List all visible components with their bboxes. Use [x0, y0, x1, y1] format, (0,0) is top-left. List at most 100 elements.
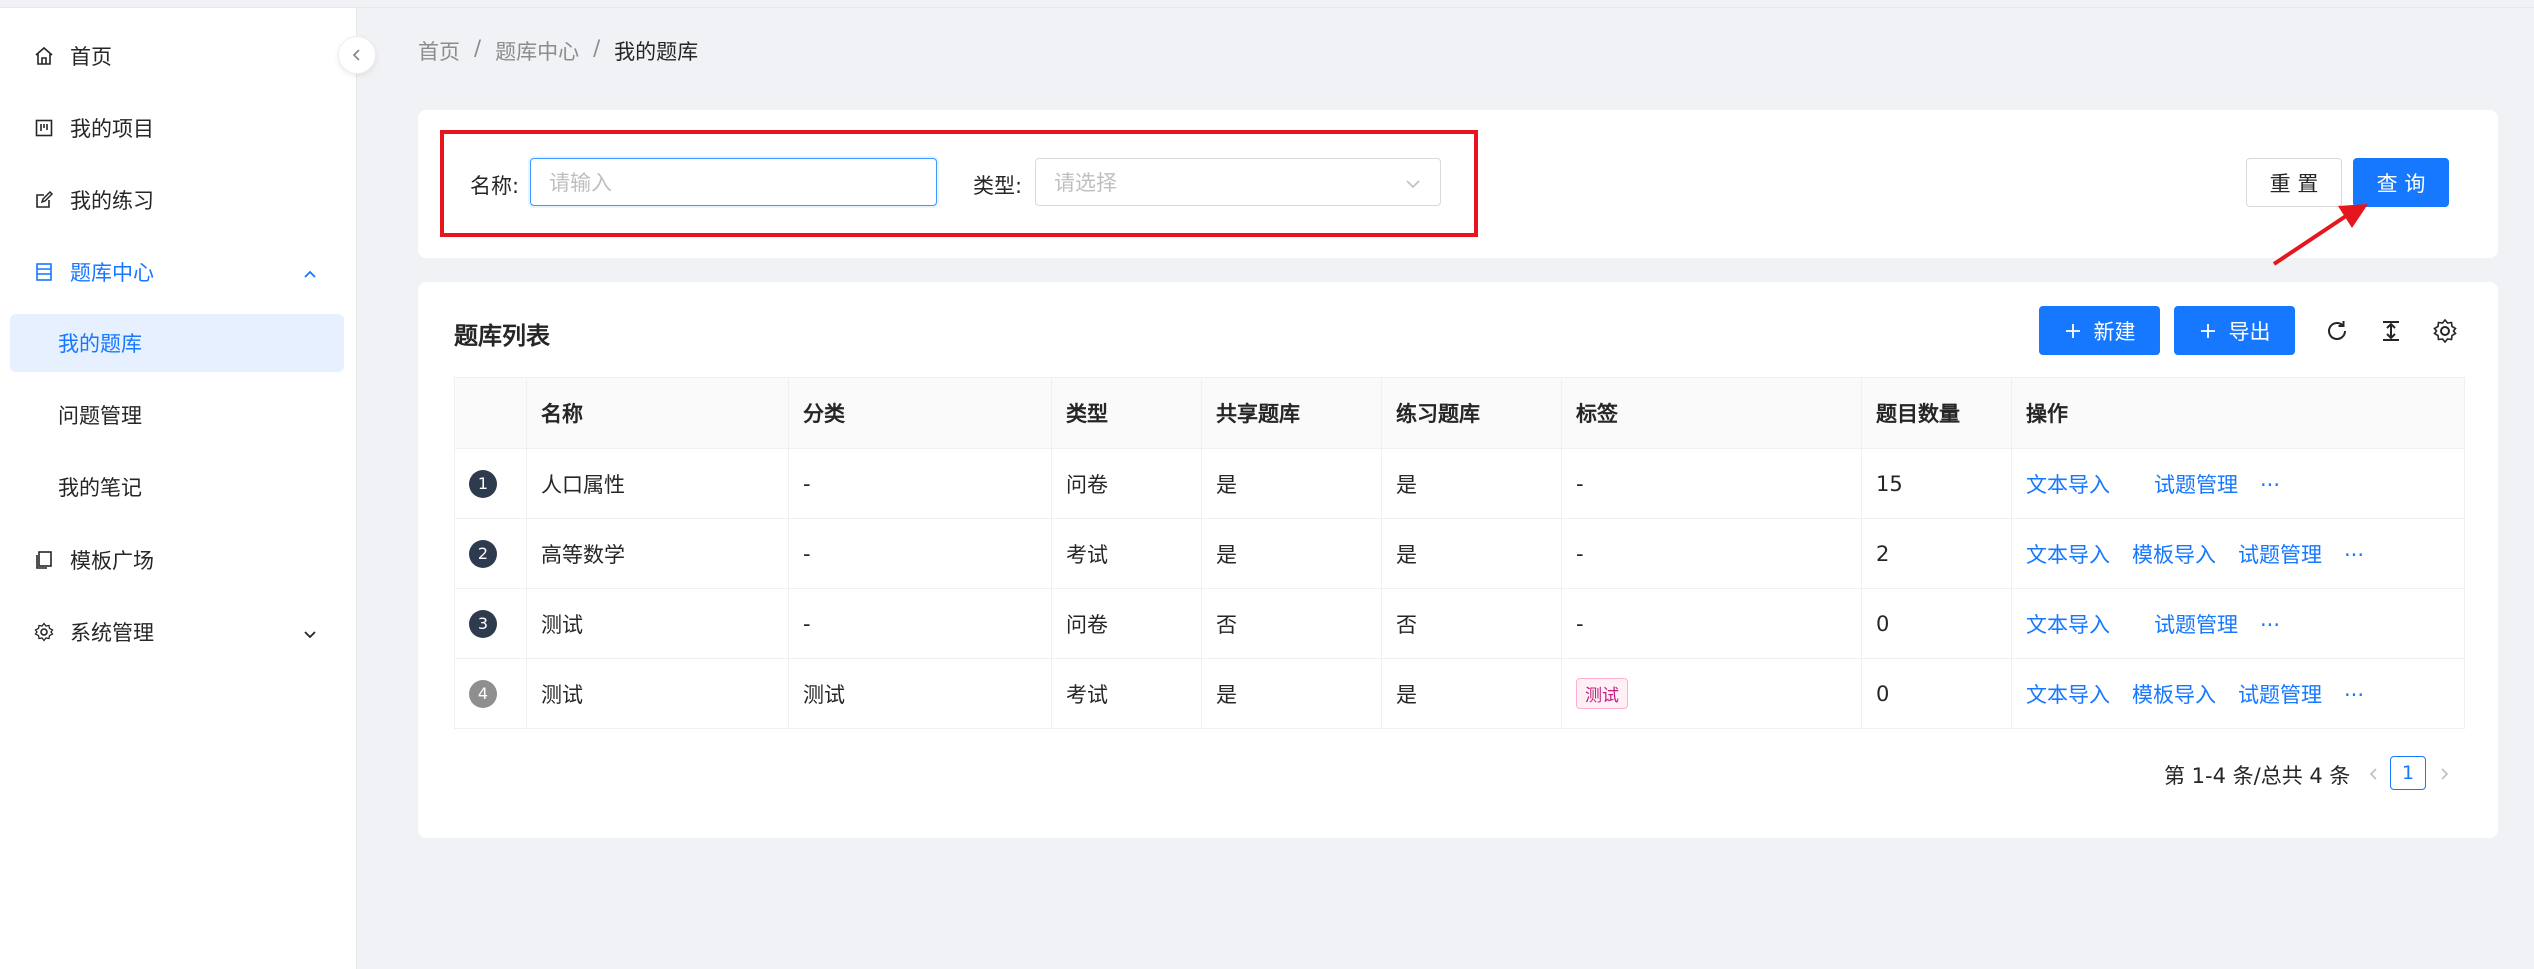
column-header-count: 题目数量: [1861, 377, 2012, 449]
chevron-right-icon[interactable]: [2432, 762, 2456, 786]
cell-tag: -: [1561, 448, 1862, 519]
table-row: 4 测试 测试 考试 是 是 测试 0 文本导入 模板导入 试题管理 ···: [454, 658, 2465, 729]
cell-category: -: [788, 518, 1052, 589]
export-button[interactable]: 导出: [2174, 306, 2295, 355]
cell-count: 0: [1861, 658, 2012, 729]
pagination-page-1[interactable]: 1: [2390, 756, 2426, 790]
sidebar-collapse-button[interactable]: [338, 36, 376, 74]
gear-icon: [32, 620, 56, 644]
cell-type: 考试: [1051, 518, 1202, 589]
sidebar-item-label: 我的项目: [70, 117, 154, 141]
question-management-link[interactable]: 试题管理: [2154, 609, 2238, 639]
cell-practice: 是: [1381, 518, 1562, 589]
column-height-icon[interactable]: [2376, 316, 2406, 346]
template-import-link[interactable]: 模板导入: [2132, 679, 2216, 709]
cell-name: 测试: [526, 588, 789, 659]
question-bank-table: 名称 分类 类型 共享题库 练习题库 标签 题目数量 操作 1 人口属性 - 问…: [454, 377, 2465, 729]
cell-type: 问卷: [1051, 448, 1202, 519]
cell-name: 高等数学: [526, 518, 789, 589]
question-management-link[interactable]: 试题管理: [2154, 469, 2238, 499]
refresh-icon[interactable]: [2322, 316, 2352, 346]
cell-shared: 是: [1201, 518, 1382, 589]
cell-category: -: [788, 448, 1052, 519]
cell-actions: 文本导入 试题管理 ···: [2011, 588, 2465, 659]
sidebar-item-projects[interactable]: 我的项目: [10, 99, 344, 157]
sidebar-item-practice[interactable]: 我的练习: [10, 171, 344, 229]
cell-practice: 否: [1381, 588, 1562, 659]
sidebar-item-my-notes[interactable]: 我的笔记: [10, 458, 344, 516]
name-search-input[interactable]: 请输入: [530, 158, 937, 206]
breadcrumb-home-link[interactable]: 首页: [418, 36, 460, 66]
top-strip: [0, 0, 2534, 8]
plus-icon: [2064, 322, 2082, 340]
more-actions-icon[interactable]: ···: [2344, 543, 2364, 567]
sidebar-item-label: 首页: [70, 45, 112, 69]
chevron-down-icon: [1404, 174, 1422, 198]
text-import-link[interactable]: 文本导入: [2026, 539, 2110, 569]
row-index-badge: 3: [469, 609, 497, 638]
new-button[interactable]: 新建: [2039, 306, 2160, 355]
column-header-index: [454, 377, 527, 449]
cell-type: 问卷: [1051, 588, 1202, 659]
row-index-badge: 2: [469, 539, 497, 568]
database-icon: [32, 260, 56, 284]
column-header-practice: 练习题库: [1381, 377, 1562, 449]
column-header-category: 分类: [788, 377, 1052, 449]
more-actions-icon[interactable]: ···: [2344, 683, 2364, 707]
text-import-link[interactable]: 文本导入: [2026, 609, 2110, 639]
question-management-link[interactable]: 试题管理: [2238, 539, 2322, 569]
table-row: 3 测试 - 问卷 否 否 - 0 文本导入 试题管理 ···: [454, 588, 2465, 659]
sidebar-item-label: 我的笔记: [58, 476, 142, 500]
new-button-label: 新建: [2093, 319, 2136, 344]
cell-tag: -: [1561, 518, 1862, 589]
sidebar-item-template-plaza[interactable]: 模板广场: [10, 531, 344, 589]
chevron-up-icon: [302, 263, 318, 287]
plus-icon: [2199, 322, 2217, 340]
cell-practice: 是: [1381, 658, 1562, 729]
template-import-link[interactable]: 模板导入: [2132, 539, 2216, 569]
row-index-badge: 4: [469, 679, 497, 708]
sidebar-item-question-bank-center[interactable]: 题库中心: [10, 243, 344, 301]
cell-count: 0: [1861, 588, 2012, 659]
cell-shared: 否: [1201, 588, 1382, 659]
export-button-label: 导出: [2228, 319, 2271, 344]
cell-shared: 是: [1201, 658, 1382, 729]
breadcrumb-center-link[interactable]: 题库中心: [495, 36, 579, 66]
table-row: 1 人口属性 - 问卷 是 是 - 15 文本导入 试题管理 ···: [454, 448, 2465, 519]
cell-count: 2: [1861, 518, 2012, 589]
sidebar-item-question-management[interactable]: 问题管理: [10, 386, 344, 444]
sidebar-item-my-question-bank[interactable]: 我的题库: [10, 314, 344, 372]
chevron-down-icon: [302, 623, 318, 647]
cell-actions: 文本导入 模板导入 试题管理 ···: [2011, 518, 2465, 589]
sidebar-item-label: 我的题库: [58, 332, 142, 356]
cell-tag: -: [1561, 588, 1862, 659]
cell-tag: 测试: [1561, 658, 1862, 729]
breadcrumb-current: 我的题库: [614, 40, 699, 64]
text-import-link[interactable]: 文本导入: [2026, 469, 2110, 499]
cell-practice: 是: [1381, 448, 1562, 519]
breadcrumb: 首页 / 题库中心 / 我的题库: [418, 36, 698, 66]
project-icon: [32, 116, 56, 140]
cell-category: -: [788, 588, 1052, 659]
breadcrumb-separator: /: [474, 36, 482, 60]
cell-shared: 是: [1201, 448, 1382, 519]
column-header-type: 类型: [1051, 377, 1202, 449]
column-header-shared: 共享题库: [1201, 377, 1382, 449]
chevron-left-icon: [352, 49, 360, 61]
edit-icon: [32, 188, 56, 212]
cell-actions: 文本导入 模板导入 试题管理 ···: [2011, 658, 2465, 729]
type-select[interactable]: 请选择: [1035, 158, 1441, 206]
question-management-link[interactable]: 试题管理: [2238, 679, 2322, 709]
chevron-left-icon[interactable]: [2362, 762, 2386, 786]
sidebar-item-home[interactable]: 首页: [10, 27, 344, 85]
cell-name: 测试: [526, 658, 789, 729]
pagination-total: 第 1-4 条/总共 4 条: [2164, 764, 2351, 788]
column-header-actions: 操作: [2011, 377, 2465, 449]
sidebar-item-system-management[interactable]: 系统管理: [10, 603, 344, 661]
text-import-link[interactable]: 文本导入: [2026, 679, 2110, 709]
more-actions-icon[interactable]: ···: [2260, 473, 2280, 497]
setting-icon[interactable]: [2430, 316, 2460, 346]
annotation-arrow-icon: [2272, 204, 2368, 266]
more-actions-icon[interactable]: ···: [2260, 613, 2280, 637]
name-field-label: 名称:: [470, 174, 520, 198]
